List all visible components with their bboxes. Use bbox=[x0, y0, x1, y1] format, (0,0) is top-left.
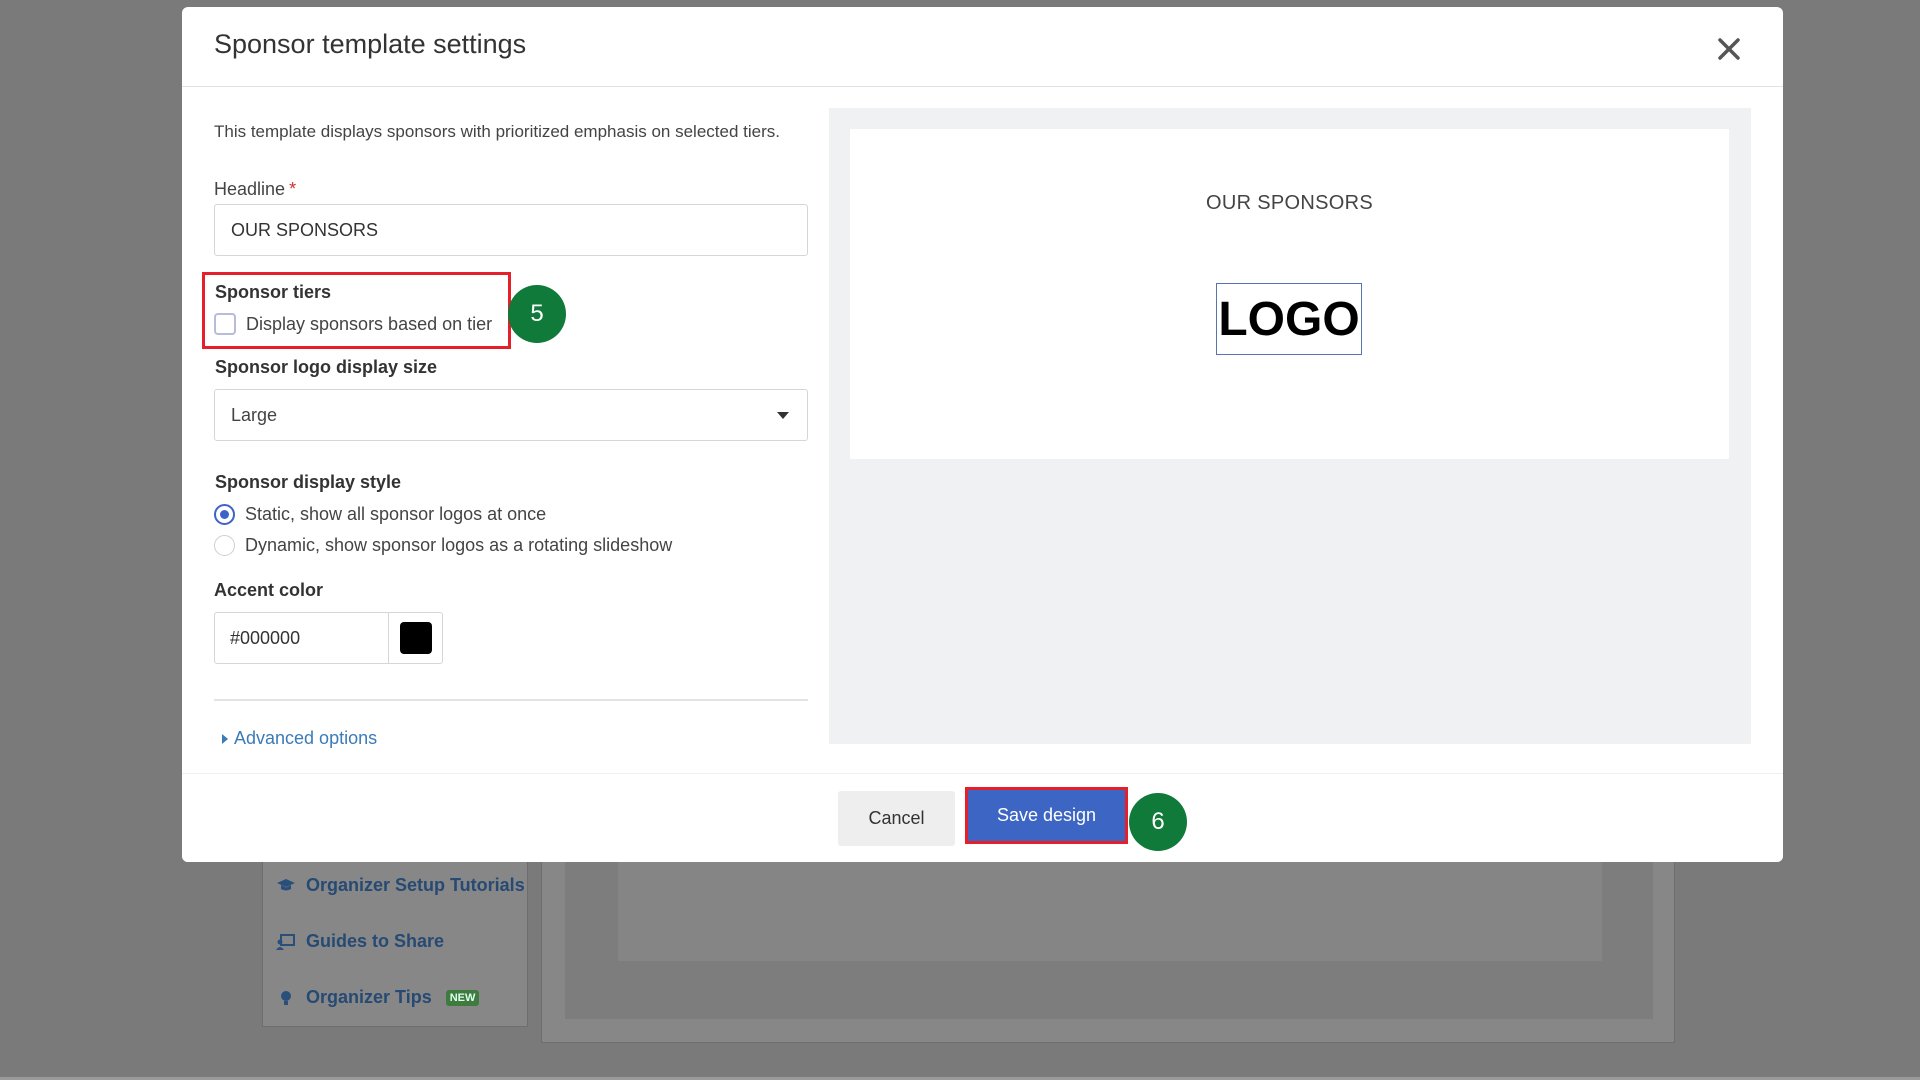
cancel-button[interactable]: Cancel bbox=[838, 791, 955, 846]
headline-label: Headline * bbox=[214, 179, 297, 199]
accent-color-input[interactable] bbox=[215, 613, 389, 663]
logo-size-value: Large bbox=[231, 405, 278, 425]
modal-header: Sponsor template settings bbox=[182, 7, 1783, 87]
lightbulb-icon bbox=[276, 989, 296, 1007]
display-by-tier-checkbox[interactable] bbox=[214, 313, 236, 335]
close-icon bbox=[1718, 38, 1740, 60]
display-style-option-dynamic[interactable]: Dynamic, show sponsor logos as a rotatin… bbox=[214, 535, 672, 556]
modal-footer: Cancel Save design 6 bbox=[182, 773, 1783, 862]
modal-title: Sponsor template settings bbox=[214, 29, 527, 59]
close-button[interactable] bbox=[1717, 37, 1741, 61]
sponsor-tiers-label: Sponsor tiers bbox=[215, 282, 332, 302]
display-by-tier-label: Display sponsors based on tier bbox=[246, 313, 493, 334]
tier-checkbox-row[interactable]: Display sponsors based on tier bbox=[214, 313, 492, 335]
required-marker: * bbox=[289, 179, 297, 199]
preview-card: OUR SPONSORS LOGO bbox=[850, 129, 1729, 459]
display-style-label: Sponsor display style bbox=[215, 472, 402, 492]
graduation-cap-icon bbox=[276, 877, 296, 895]
logo-size-label: Sponsor logo display size bbox=[215, 357, 438, 377]
presentation-icon bbox=[276, 933, 296, 951]
accent-color-label: Accent color bbox=[214, 580, 324, 600]
color-swatch bbox=[399, 622, 432, 654]
accent-color-field bbox=[214, 612, 443, 664]
divider bbox=[214, 699, 808, 701]
highlight-save-design: Save design bbox=[965, 787, 1128, 844]
step-6-badge: 6 bbox=[1129, 793, 1187, 851]
display-style-option-static[interactable]: Static, show all sponsor logos at once bbox=[214, 504, 546, 525]
chevron-down-icon bbox=[777, 412, 789, 419]
preview-logo-placeholder: LOGO bbox=[1216, 283, 1362, 355]
nav-organizer-tips: Organizer Tips NEW bbox=[276, 987, 480, 1008]
static-radio-label: Static, show all sponsor logos at once bbox=[245, 504, 547, 524]
logo-size-select[interactable]: Large bbox=[214, 389, 808, 441]
caret-right-icon bbox=[222, 733, 228, 744]
save-design-button[interactable]: Save design bbox=[968, 790, 1125, 841]
template-preview: OUR SPONSORS LOGO bbox=[829, 108, 1751, 744]
advanced-options-link[interactable]: Advanced options bbox=[222, 728, 377, 749]
sponsor-template-settings-dialog: Sponsor template settings This template … bbox=[182, 7, 1783, 862]
preview-headline: OUR SPONSORS bbox=[1206, 192, 1373, 214]
new-badge: NEW bbox=[445, 989, 480, 1006]
nav-organizer-setup-tutorials: Organizer Setup Tutorials bbox=[276, 875, 525, 896]
background-main-content bbox=[618, 855, 1602, 961]
template-description: This template displays sponsors with pri… bbox=[214, 122, 780, 141]
step-5-badge: 5 bbox=[508, 285, 566, 343]
static-radio[interactable] bbox=[214, 504, 235, 525]
headline-input[interactable] bbox=[214, 204, 808, 256]
dynamic-radio-label: Dynamic, show sponsor logos as a rotatin… bbox=[245, 535, 673, 555]
color-picker-button[interactable] bbox=[389, 613, 442, 663]
nav-guides-to-share: Guides to Share bbox=[276, 931, 444, 952]
dynamic-radio[interactable] bbox=[214, 535, 235, 556]
